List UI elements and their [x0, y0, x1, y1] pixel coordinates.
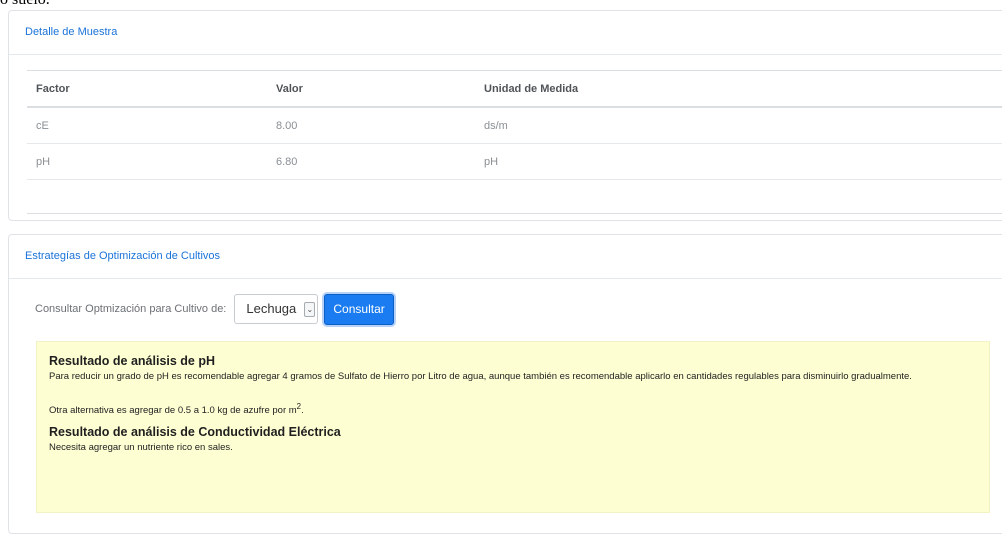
ce-result-title: Resultado de análisis de Conductividad E…	[49, 425, 341, 440]
consult-form: Consultar Optmización para Cultivo de: L…	[35, 293, 394, 325]
valor-cell: 6.80	[276, 156, 298, 168]
sample-detail-title: Detalle de Muestra	[9, 11, 1002, 55]
valor-cell: 8.00	[276, 120, 298, 132]
sample-detail-card: Detalle de Muestra Factor Valor Unidad d…	[8, 10, 1002, 221]
previous-text-fragment: o suelo.	[0, 0, 50, 10]
consult-label: Consultar Optmización para Cultivo de:	[35, 303, 227, 315]
factor-cell: pH	[36, 156, 51, 168]
result-panel: Resultado de análisis de pH Para reducir…	[36, 341, 990, 513]
ce-result-text: Necesita agregar un nutriente rico en sa…	[49, 442, 233, 454]
column-header-factor: Factor	[36, 83, 70, 95]
sample-detail-table: Factor Valor Unidad de Medida cE 8.00 ds…	[27, 70, 1002, 214]
ph-result-text: Para reducir un grado de pH es recomenda…	[49, 371, 912, 382]
optimization-title: Estrategías de Optimización de Cultivos	[9, 235, 1002, 279]
ph-alternative-text: Otra alternativa es agregar de 0.5 a 1.0…	[49, 399, 979, 419]
ph-result-title: Resultado de análisis de pH	[49, 354, 216, 368]
chevron-down-icon[interactable]: ⌄	[304, 302, 316, 317]
column-header-valor: Valor	[276, 83, 303, 95]
factor-cell: cE	[36, 120, 49, 132]
table-row: cE 8.00 ds/m	[27, 108, 1002, 144]
ph-alternative-main: Otra alternativa es agregar de 0.5 a 1.0…	[49, 405, 297, 417]
table-row-empty	[27, 180, 1002, 214]
unidad-cell: ds/m	[484, 120, 508, 132]
ph-alternative-end: .	[301, 405, 304, 417]
column-header-unidad: Unidad de Medida	[484, 83, 579, 95]
table-row: pH 6.80 pH	[27, 144, 1002, 180]
crop-select[interactable]: Lechuga ⌄	[234, 294, 319, 324]
crop-select-value: Lechuga	[246, 301, 297, 316]
table-header-row: Factor Valor Unidad de Medida	[27, 70, 1002, 108]
unidad-cell: pH	[484, 156, 499, 168]
optimization-card: Estrategías de Optimización de Cultivos …	[8, 234, 1002, 534]
consult-button[interactable]: Consultar	[324, 293, 394, 325]
